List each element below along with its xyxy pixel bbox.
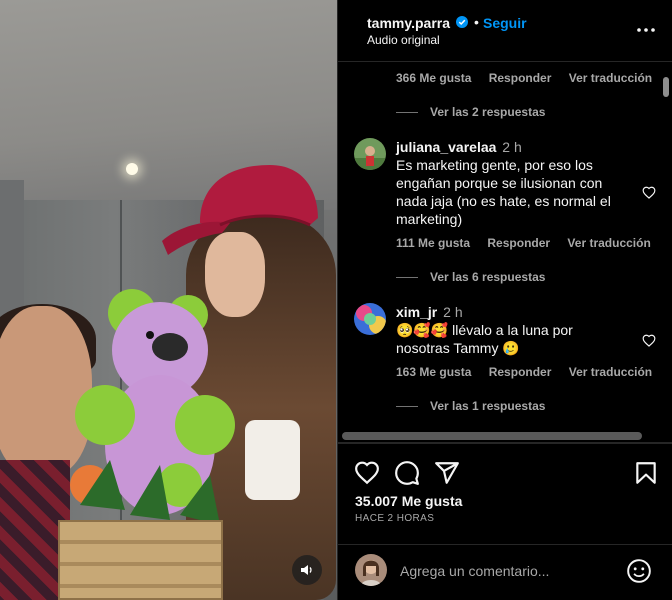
reply-button[interactable]: Responder xyxy=(489,71,552,85)
horizontal-scrollbar[interactable] xyxy=(342,432,642,440)
translate-button[interactable]: Ver traducción xyxy=(569,365,652,379)
share-icon[interactable] xyxy=(434,460,460,486)
comment-composer xyxy=(338,544,672,600)
comment-time: 2 h xyxy=(502,139,522,155)
comments-list[interactable]: 366 Me gusta Responder Ver traducción Ve… xyxy=(338,62,663,432)
replies-line xyxy=(396,276,418,278)
like-count[interactable]: 35.007 Me gusta xyxy=(355,493,462,509)
comment-icon[interactable] xyxy=(394,460,420,486)
wooden-crate xyxy=(58,520,223,600)
comment-meta: 366 Me gusta Responder Ver traducción xyxy=(396,71,663,85)
translate-button[interactable]: Ver traducción xyxy=(569,71,652,85)
heart-icon[interactable] xyxy=(642,334,656,347)
audio-label[interactable]: Audio original xyxy=(367,33,440,47)
post-time: HACE 2 HORAS xyxy=(355,513,435,524)
view-replies-label: Ver las 1 respuestas xyxy=(430,399,546,413)
avatar[interactable] xyxy=(354,303,386,335)
post-header: tammy.parra • Seguir Audio original xyxy=(338,0,672,62)
comment-username[interactable]: xim_jr xyxy=(396,304,437,320)
comment-username[interactable]: juliana_varelaa xyxy=(396,139,496,155)
comment-likes[interactable]: 366 Me gusta xyxy=(396,71,471,85)
comment-likes[interactable]: 163 Me gusta xyxy=(396,365,471,379)
view-replies-button[interactable]: Ver las 2 respuestas xyxy=(396,105,545,119)
view-replies-label: Ver las 6 respuestas xyxy=(430,270,546,284)
flower-teddy-bear xyxy=(70,289,235,525)
view-replies-button[interactable]: Ver las 6 respuestas xyxy=(396,270,545,284)
bookmark-icon[interactable] xyxy=(633,460,659,486)
heart-icon[interactable] xyxy=(354,460,380,486)
sound-toggle-button[interactable] xyxy=(292,555,322,585)
divider xyxy=(338,442,672,444)
separator-dot: • xyxy=(474,14,479,30)
comment-likes[interactable]: 111 Me gusta xyxy=(396,236,470,250)
reply-button[interactable]: Responder xyxy=(489,365,552,379)
emoji-icon[interactable] xyxy=(626,558,652,584)
comment-meta: 163 Me gusta Responder Ver traducción xyxy=(396,365,663,379)
comment-text: Es marketing gente, por eso los engañan … xyxy=(396,157,611,227)
person-top xyxy=(245,420,300,500)
post-username[interactable]: tammy.parra xyxy=(367,15,450,31)
avatar[interactable] xyxy=(354,138,386,170)
view-replies-button[interactable]: Ver las 1 respuestas xyxy=(396,399,545,413)
replies-line xyxy=(396,405,418,407)
red-cap xyxy=(162,165,318,255)
post-actions: 35.007 Me gusta HACE 2 HORAS xyxy=(338,445,672,545)
verified-icon xyxy=(456,16,468,28)
replies-line xyxy=(396,111,418,113)
heart-icon[interactable] xyxy=(642,186,656,199)
comment-input[interactable] xyxy=(400,559,620,583)
avatar xyxy=(355,554,387,586)
scrollbar-thumb[interactable] xyxy=(663,77,669,97)
comment-text: 🥺🥰🥰 llévalo a la luna por nosotras Tammy… xyxy=(396,322,573,356)
more-options-icon[interactable] xyxy=(636,22,656,38)
follow-button[interactable]: Seguir xyxy=(483,15,527,31)
comment-body: xim_jr 2 h 🥺🥰🥰 llévalo a la luna por nos… xyxy=(396,303,628,357)
view-replies-label: Ver las 2 respuestas xyxy=(430,105,546,119)
comment-body: juliana_varelaa 2 h Es marketing gente, … xyxy=(396,138,628,228)
vertical-scrollbar[interactable] xyxy=(661,72,671,434)
sound-icon xyxy=(301,565,312,575)
comment-time: 2 h xyxy=(443,304,463,320)
post-sidebar: tammy.parra • Seguir Audio original 366 … xyxy=(337,0,672,600)
reel-video[interactable] xyxy=(0,0,337,600)
reply-button[interactable]: Responder xyxy=(487,236,550,250)
comment-meta: 111 Me gusta Responder Ver traducción xyxy=(396,236,663,250)
translate-button[interactable]: Ver traducción xyxy=(567,236,650,250)
ceiling-light xyxy=(126,163,138,175)
